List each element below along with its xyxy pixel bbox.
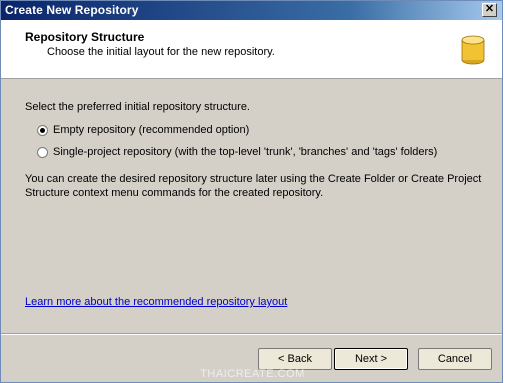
cancel-button[interactable]: Cancel — [418, 348, 492, 370]
database-icon — [461, 35, 485, 65]
title-bar[interactable]: Create New Repository ✕ — [1, 1, 502, 20]
empty-repository-radio[interactable] — [37, 125, 48, 136]
single-project-repository-radio[interactable] — [37, 147, 48, 158]
learn-more-link[interactable]: Learn more about the recommended reposit… — [25, 296, 287, 308]
page-title: Repository Structure — [25, 30, 145, 44]
create-repository-dialog: Create New Repository ✕ Repository Struc… — [0, 0, 503, 383]
close-icon: ✕ — [484, 3, 495, 15]
radio-selected-dot — [40, 128, 45, 133]
empty-repository-label[interactable]: Empty repository (recommended option) — [53, 124, 249, 136]
watermark: THAICREATE.COM — [200, 368, 305, 380]
page-subtitle: Choose the initial layout for the new re… — [47, 46, 275, 58]
window-title: Create New Repository — [5, 3, 139, 17]
wizard-header: Repository Structure Choose the initial … — [1, 20, 502, 79]
single-project-repository-label[interactable]: Single-project repository (with the top-… — [53, 146, 437, 158]
back-button[interactable]: < Back — [258, 348, 332, 370]
next-button[interactable]: Next > — [334, 348, 408, 370]
footer-divider — [1, 333, 502, 335]
info-text-line2: Structure context menu commands for the … — [25, 187, 324, 199]
structure-prompt: Select the preferred initial repository … — [25, 101, 250, 113]
info-text-line1: You can create the desired repository st… — [25, 173, 482, 185]
close-button[interactable]: ✕ — [482, 3, 497, 17]
